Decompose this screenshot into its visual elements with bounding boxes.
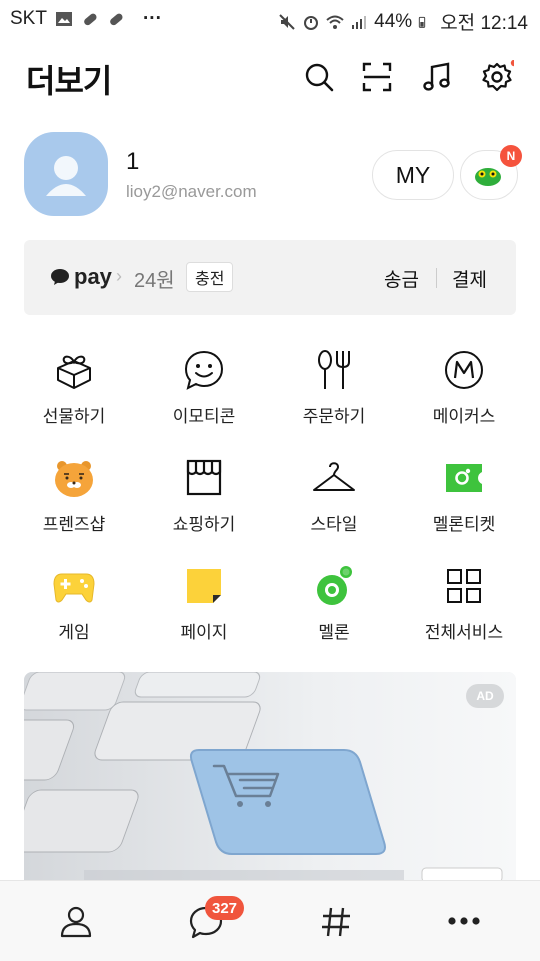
wifi-icon <box>326 15 344 29</box>
scan-icon[interactable] <box>360 60 394 94</box>
friends-icon <box>60 906 91 938</box>
more-dots-icon <box>447 917 480 925</box>
grid-label: 선물하기 <box>42 407 106 426</box>
mute-icon <box>279 13 295 30</box>
new-badge: N <box>500 145 522 167</box>
grid-item-all-services[interactable]: 전체서비스 <box>404 564 524 654</box>
search-icon[interactable] <box>302 60 336 94</box>
gallery-notification-icon <box>55 12 72 26</box>
grid-label: 멜론 <box>318 623 350 642</box>
grid-label: 페이지 <box>180 623 228 642</box>
all-services-icon <box>447 569 481 603</box>
ryan-icon <box>55 461 93 497</box>
grid-label: 메이커스 <box>432 407 496 426</box>
ad-banner[interactable] <box>24 672 516 882</box>
more-notifications-indicator: ··· <box>142 8 162 29</box>
grid-item-makers[interactable]: 메이커스 <box>404 348 524 438</box>
battery-icon <box>419 16 426 28</box>
grid-item-gift[interactable]: 선물하기 <box>14 348 134 438</box>
grid-label: 쇼핑하기 <box>172 515 236 534</box>
charge-button[interactable]: 충전 <box>186 262 234 292</box>
ad-badge: AD <box>466 684 504 708</box>
profile-email: lioy2@naver.com <box>126 182 257 201</box>
shop-icon <box>186 459 222 496</box>
keyboard-cart-image <box>24 672 516 882</box>
melon-ticket-icon <box>446 464 482 492</box>
send-money-button[interactable]: 송금 <box>384 265 419 292</box>
grid-label: 프렌즈샵 <box>42 515 106 534</box>
gamepad-icon <box>53 573 95 603</box>
grid-item-melon-ticket[interactable]: 멜론티켓 <box>404 456 524 546</box>
grid-item-melon[interactable]: 멜론 <box>274 564 394 654</box>
grid-label: 전체서비스 <box>424 623 504 642</box>
grid-item-order[interactable]: 주문하기 <box>274 348 394 438</box>
grid-item-game[interactable]: 게임 <box>14 564 134 654</box>
speech-bubble-icon <box>51 269 69 285</box>
gift-icon <box>57 355 91 389</box>
pill-notification-icon <box>84 13 97 26</box>
default-profile-icon <box>46 156 86 196</box>
makers-icon <box>445 351 483 389</box>
grid-item-shopping[interactable]: 쇼핑하기 <box>144 456 264 546</box>
page-title: 더보기 <box>26 63 112 99</box>
grid-label: 스타일 <box>310 515 358 534</box>
profile-section: 1 lioy2@naver.com MY <box>0 128 540 220</box>
clock: 오전 12:14 <box>440 13 528 34</box>
avatar[interactable] <box>24 132 108 216</box>
tab-hashtag[interactable] <box>268 881 403 961</box>
grid-item-style[interactable]: 스타일 <box>274 456 394 546</box>
grid-item-friends-shop[interactable]: 프렌즈샵 <box>14 456 134 546</box>
app-header: 더보기 <box>0 48 540 108</box>
kakao-pay-panel: pay › 24원 충전 송금 결제 <box>24 240 516 315</box>
grid-label: 게임 <box>58 623 90 642</box>
page-icon <box>187 569 221 603</box>
grid-label: 멜론티켓 <box>432 515 496 534</box>
pay-logo-text: pay <box>74 264 112 289</box>
settings-icon[interactable] <box>480 60 514 94</box>
fork-spoon-icon <box>318 350 350 389</box>
music-icon[interactable] <box>420 60 454 94</box>
kakao-pay-logo[interactable]: pay <box>50 264 112 290</box>
grid-item-emoticon[interactable]: 이모티콘 <box>144 348 264 438</box>
melon-icon <box>317 566 352 605</box>
signal-icon <box>352 15 367 29</box>
emoticon-icon <box>184 350 224 390</box>
hashtag-icon <box>321 907 350 937</box>
grid-item-page[interactable]: 페이지 <box>144 564 264 654</box>
pill-notification-icon-2 <box>110 13 123 26</box>
battery-percent: 44% <box>374 10 413 32</box>
carrier-label: SKT <box>10 8 47 29</box>
divider <box>436 268 437 288</box>
my-button[interactable]: MY <box>372 150 454 200</box>
tab-friends[interactable] <box>8 881 143 961</box>
pay-balance[interactable]: 24원 <box>134 264 175 293</box>
chevron-right-icon: › <box>116 266 122 286</box>
profile-name: 1 <box>126 148 140 175</box>
bottom-tab-bar <box>0 880 540 961</box>
payment-button[interactable]: 결제 <box>452 265 487 292</box>
alarm-icon <box>304 15 319 30</box>
grid-label: 이모티콘 <box>172 407 236 426</box>
tab-more[interactable] <box>396 881 531 961</box>
hanger-icon <box>313 462 355 491</box>
status-bar: SKT ··· 44% 오전 12:14 <box>0 0 540 38</box>
chat-unread-badge: 327 <box>205 896 245 920</box>
tab-chats[interactable] <box>138 881 273 961</box>
grid-label: 주문하기 <box>302 407 366 426</box>
